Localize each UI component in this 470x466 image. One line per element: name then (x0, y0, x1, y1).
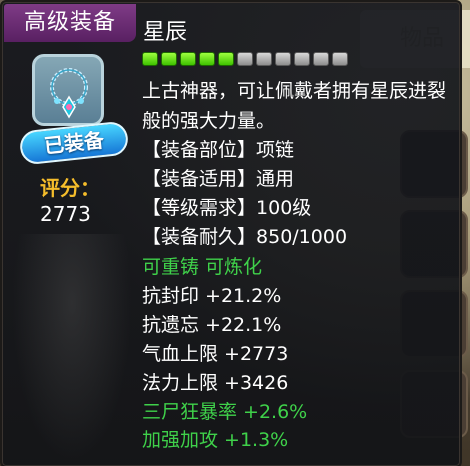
grade-segment-filled (142, 52, 158, 66)
quality-tag: 高级装备 (4, 4, 136, 42)
grade-segment-empty (313, 52, 329, 66)
info-row-durability: 【装备耐久】850/1000 (142, 223, 347, 251)
item-description: 上古神器，可让佩戴者拥有星辰进裂般的强大力量。 (142, 80, 447, 132)
item-icon-frame (32, 54, 104, 126)
grade-segment-filled (180, 52, 196, 66)
grade-segment-filled (199, 52, 215, 66)
stat-line: 抗封印 +21.2% (142, 285, 282, 307)
info-label: 【装备适用】 (142, 168, 257, 190)
necklace-icon (50, 68, 88, 119)
info-row-slot: 【装备部位】项链 (142, 136, 294, 164)
score-label: 评分： (40, 176, 100, 200)
grade-segment-filled (161, 52, 177, 66)
item-flags: 可重铸 可炼化 (142, 256, 263, 278)
grade-segment-empty (275, 52, 291, 66)
item-name: 星辰 (143, 20, 188, 45)
item-tooltip: 高级装备 已装备 评分： 2773 星辰 上古神器，可让佩戴者拥有星辰进裂般的强… (0, 0, 462, 466)
info-value: 100级 (256, 197, 312, 219)
info-label: 【装备耐久】 (142, 226, 257, 248)
stat-line: 加强加攻 +1.3% (142, 429, 289, 451)
equipped-badge: 已装备 (18, 120, 130, 166)
grade-segment-empty (256, 52, 272, 66)
stat-line: 法力上限 +3426 (142, 372, 289, 394)
info-row-usage: 【装备适用】通用 (142, 165, 294, 193)
grade-segment-filled (218, 52, 234, 66)
info-row-level: 【等级需求】100级 (142, 194, 311, 222)
grade-segment-empty (237, 52, 253, 66)
info-label: 【装备部位】 (142, 139, 257, 161)
grade-bar (142, 52, 348, 66)
info-value: 项链 (256, 139, 295, 161)
stat-line: 气血上限 +2773 (142, 343, 289, 365)
stat-line: 三尸狂暴率 +2.6% (142, 401, 308, 423)
info-value: 850/1000 (256, 226, 348, 248)
score-value: 2773 (40, 202, 91, 226)
grade-segment-empty (332, 52, 348, 66)
grade-segment-empty (294, 52, 310, 66)
info-label: 【等级需求】 (142, 197, 257, 219)
stat-line: 抗遗忘 +22.1% (142, 314, 282, 336)
info-value: 通用 (256, 168, 295, 190)
character-silhouette (12, 234, 132, 464)
game-screen: 物品 高级装备 已装备 评分： 2773 星辰 上古神器，可让佩戴者拥有星辰进裂… (0, 0, 470, 466)
